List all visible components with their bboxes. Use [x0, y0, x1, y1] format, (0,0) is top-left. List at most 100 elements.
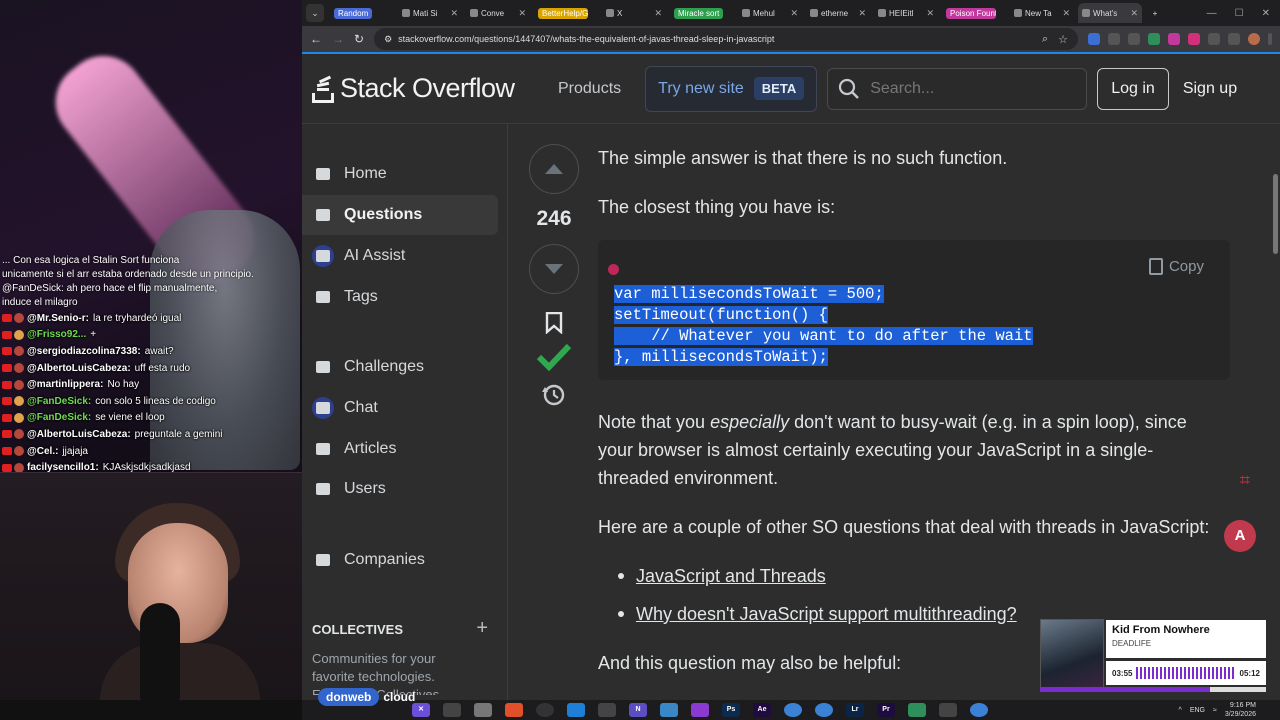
grid-widget-icon[interactable]: ⌗	[1240, 470, 1250, 491]
sidebar-item-users[interactable]: Users	[302, 469, 498, 509]
url-field[interactable]: ⚙ stackoverflow.com/questions/1447407/wh…	[374, 28, 1078, 50]
extension-icon[interactable]	[1088, 33, 1100, 45]
site-info-icon[interactable]: ⚙	[384, 34, 392, 45]
bookmark-star-icon[interactable]: ☆	[1058, 33, 1068, 46]
history-icon[interactable]	[541, 382, 567, 408]
chat-username: @AlbertoLuisCabeza:	[27, 362, 131, 374]
close-tab-icon[interactable]: ✕	[654, 8, 662, 19]
sidebar-icon[interactable]	[1228, 33, 1240, 45]
sidebar-item-questions[interactable]: Questions	[302, 195, 498, 235]
downvote-button[interactable]	[529, 244, 579, 294]
sidebar-item-tags[interactable]: Tags	[302, 277, 498, 317]
obs-icon[interactable]	[536, 703, 554, 717]
browser-tab[interactable]: X ✕	[602, 3, 666, 23]
profile-avatar[interactable]	[1248, 33, 1260, 45]
chrome-icon[interactable]	[815, 703, 833, 717]
articles-icon	[312, 438, 334, 460]
bookmark-icon[interactable]	[545, 312, 563, 334]
related-question-link[interactable]: Why doesn't JavaScript support multithre…	[636, 604, 1017, 624]
browser-tab[interactable]: Miracle sort	[670, 3, 734, 23]
sidebar-item-ai-assist[interactable]: AI Assist	[302, 236, 498, 276]
scrollbar[interactable]	[1272, 124, 1280, 700]
copy-button[interactable]: Copy	[1148, 258, 1204, 275]
lightroom-icon[interactable]: Lr	[846, 703, 864, 717]
vscode-icon[interactable]	[567, 703, 585, 717]
photoshop-icon[interactable]: Ps	[722, 703, 740, 717]
login-button[interactable]: Log in	[1097, 67, 1169, 110]
tab-title: Mehul	[753, 8, 775, 18]
signup-button[interactable]: Sign up	[1183, 80, 1237, 98]
translate-button[interactable]: A	[1224, 520, 1256, 552]
terminal-icon[interactable]	[443, 703, 461, 717]
add-icon[interactable]: +	[476, 618, 488, 638]
browser-tab[interactable]: etherne ✕	[806, 3, 870, 23]
browser-tab[interactable]: Mehul ✕	[738, 3, 802, 23]
menu-icon[interactable]	[1268, 33, 1272, 45]
forward-icon[interactable]: →	[332, 32, 344, 46]
sidebar-item-challenges[interactable]: Challenges	[302, 347, 498, 387]
after-effects-icon[interactable]: Ae	[753, 703, 771, 717]
app-icon[interactable]	[598, 703, 616, 717]
extensions-puzzle-icon[interactable]	[1208, 33, 1220, 45]
browser-tab[interactable]: New Ta ✕	[1010, 3, 1074, 23]
extension-icon[interactable]	[1168, 33, 1180, 45]
extension-icon[interactable]	[1108, 33, 1120, 45]
minimize-icon[interactable]: —	[1207, 8, 1217, 19]
extension-icon[interactable]	[1188, 33, 1200, 45]
close-tab-icon[interactable]: ✕	[450, 8, 458, 19]
tab-search-button[interactable]: ⌄	[306, 4, 324, 22]
related-question-link[interactable]: JavaScript and Threads	[636, 566, 826, 586]
sidebar-item-articles[interactable]: Articles	[302, 429, 498, 469]
extension-icon[interactable]	[1148, 33, 1160, 45]
files-icon[interactable]	[474, 703, 492, 717]
extension-icon[interactable]	[1128, 33, 1140, 45]
chrome-icon[interactable]	[784, 703, 802, 717]
sidebar-item-companies[interactable]: Companies	[302, 540, 498, 580]
back-icon[interactable]: ←	[310, 32, 322, 46]
browser-tab[interactable]: Random	[330, 3, 394, 23]
search-input[interactable]: Search...	[827, 67, 1088, 110]
close-tab-icon[interactable]: ✕	[926, 8, 934, 19]
sidebar-item-chat[interactable]: Chat	[302, 388, 498, 428]
chevron-up-icon[interactable]: ^	[1179, 707, 1182, 714]
close-tab-icon[interactable]: ✕	[1130, 8, 1138, 19]
browser-tab[interactable]: Mati Si ✕	[398, 3, 462, 23]
close-tab-icon[interactable]: ✕	[790, 8, 798, 19]
close-icon[interactable]: ✕	[1262, 8, 1270, 19]
try-new-site-button[interactable]: Try new site BETA	[645, 65, 818, 112]
sidebar-item-home[interactable]: Home	[302, 154, 498, 194]
browser-tab[interactable]: Poison Fountain	[942, 3, 1006, 23]
clock[interactable]: 9:16 PM 3/29/2026	[1225, 701, 1256, 719]
new-tab-button[interactable]: +	[1146, 3, 1164, 23]
zoom-icon[interactable]: ⌕	[1042, 33, 1048, 46]
close-tab-icon[interactable]: ✕	[1062, 8, 1070, 19]
products-link[interactable]: Products	[558, 80, 621, 98]
answer-paragraph: The closest thing you have is:	[598, 197, 836, 217]
youtube-icon	[2, 397, 12, 406]
app-icon[interactable]	[691, 703, 709, 717]
close-tab-icon[interactable]: ✕	[518, 8, 526, 19]
brave-icon[interactable]	[505, 703, 523, 717]
language-indicator[interactable]: ENG	[1190, 707, 1205, 714]
app-icon[interactable]	[908, 703, 926, 717]
wifi-icon[interactable]: ≈	[1213, 707, 1217, 714]
tab-title: What's	[1093, 8, 1118, 18]
upvote-button[interactable]	[529, 144, 579, 194]
app-icon[interactable]: N	[629, 703, 647, 717]
reload-icon[interactable]: ↻	[354, 32, 364, 46]
browser-tab[interactable]: HEIEitl ✕	[874, 3, 938, 23]
premiere-icon[interactable]: Pr	[877, 703, 895, 717]
browser-tab[interactable]: BetterHelp/Google m	[534, 3, 598, 23]
stackoverflow-logo[interactable]: Stack Overflow	[312, 73, 552, 104]
browser-tab[interactable]: Conve ✕	[466, 3, 530, 23]
chrome-icon[interactable]	[970, 703, 988, 717]
app-icon[interactable]	[660, 703, 678, 717]
close-tab-icon[interactable]: ✕	[858, 8, 866, 19]
code-line: }, millisecondsToWait);	[614, 348, 828, 366]
browser-tab[interactable]: What's ✕	[1078, 3, 1142, 23]
app-icon[interactable]	[939, 703, 957, 717]
chat-message-text: unicamente si el arr estaba ordenado des…	[2, 269, 254, 280]
collectives-desc-text: Communities for your favorite technologi…	[312, 651, 436, 684]
maximize-icon[interactable]: ☐	[1235, 8, 1244, 19]
answer-paragraph: And this question may also be helpful:	[598, 653, 902, 673]
